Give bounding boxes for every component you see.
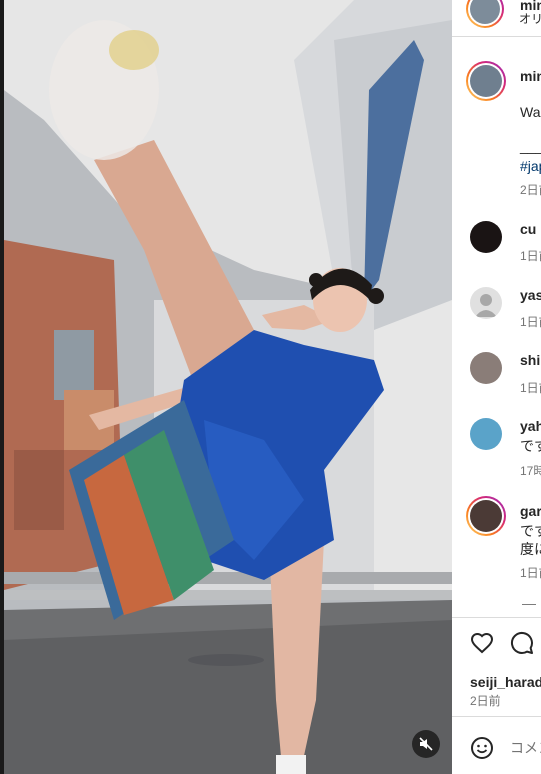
post-header: min オリ <box>452 0 541 37</box>
video-frame <box>4 0 452 774</box>
default-avatar-icon <box>475 294 497 317</box>
divider <box>452 617 541 618</box>
comment-time[interactable]: 1日前 <box>520 564 541 581</box>
heart-icon[interactable] <box>470 631 494 655</box>
comment-text: です <box>520 438 541 454</box>
post-media-video[interactable] <box>0 0 452 774</box>
comment-username[interactable]: shi <box>520 352 540 368</box>
audio-label[interactable]: オリ <box>519 10 541 27</box>
comment-username[interactable]: gar <box>520 503 541 519</box>
comment-username[interactable]: yas <box>520 287 541 303</box>
liked-by-username[interactable]: seiji_harada <box>470 674 541 690</box>
caption-author-avatar[interactable] <box>466 61 506 101</box>
commenter-avatar[interactable] <box>466 496 506 536</box>
caption-hashtag[interactable]: #jap <box>520 158 541 174</box>
emoji-icon[interactable] <box>470 736 494 760</box>
commenter-avatar[interactable] <box>470 221 502 253</box>
commenter-avatar[interactable] <box>470 287 502 319</box>
comment-icon[interactable] <box>510 631 534 655</box>
commenter-avatar[interactable] <box>470 418 502 450</box>
comment-text: です <box>520 523 541 539</box>
comment-time[interactable]: 17時間 <box>520 462 541 479</box>
view-more-replies[interactable]: — <box>522 595 536 611</box>
comment-time[interactable]: 1日前 <box>520 313 541 330</box>
commenter-avatar[interactable] <box>470 352 502 384</box>
comment-time[interactable]: 1日前 <box>520 247 541 264</box>
mute-toggle-button[interactable] <box>412 730 440 758</box>
caption-text: Wa <box>520 104 541 120</box>
caption-username[interactable]: min <box>520 68 541 84</box>
comment-text: 度に <box>520 541 541 557</box>
muted-speaker-icon <box>419 737 433 751</box>
comment-username[interactable]: cu <box>520 221 536 237</box>
author-avatar[interactable] <box>466 0 504 28</box>
comment-input[interactable]: コメン <box>510 738 541 758</box>
post-time[interactable]: 2日前 <box>470 692 501 709</box>
comment-username[interactable]: yah <box>520 418 541 434</box>
caption-divider: ___ <box>520 138 541 154</box>
comments-panel: min オリ min Wa ___ #jap 2日前 cu 1日前 yas 1日… <box>452 0 541 774</box>
divider <box>452 716 541 717</box>
caption-time[interactable]: 2日前 <box>520 181 541 198</box>
comment-time[interactable]: 1日前 <box>520 379 541 396</box>
